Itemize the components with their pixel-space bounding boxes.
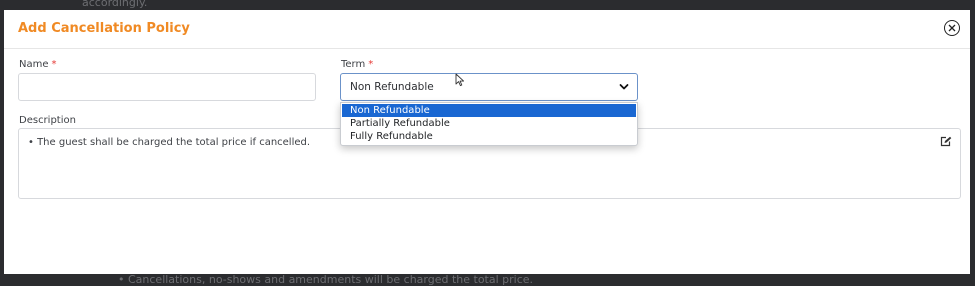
backdrop-text-top: accordingly. — [82, 0, 148, 9]
term-select-value: Non Refundable — [350, 81, 434, 93]
close-circle-icon — [948, 24, 956, 32]
term-option-non-refundable[interactable]: Non Refundable — [342, 104, 636, 117]
mouse-pointer-icon — [455, 73, 465, 87]
description-text: • The guest shall be charged the total p… — [28, 137, 311, 148]
term-required-mark: * — [368, 59, 374, 70]
name-required-mark: * — [51, 59, 57, 70]
add-cancellation-policy-modal: Add Cancellation Policy Name * Term * Non … — [4, 10, 970, 274]
term-label-text: Term — [341, 59, 366, 70]
modal-header: Add Cancellation Policy — [4, 10, 970, 49]
edit-icon[interactable] — [940, 136, 952, 147]
backdrop-text-bottom: • Cancellations, no-shows and amendments… — [118, 273, 534, 286]
description-label: Description — [19, 115, 76, 126]
term-select[interactable]: Non Refundable — [340, 73, 638, 101]
name-label: Name * — [19, 59, 57, 70]
term-option-partially-refundable[interactable]: Partially Refundable — [342, 117, 636, 130]
modal-title: Add Cancellation Policy — [18, 21, 190, 36]
close-button[interactable] — [944, 20, 960, 36]
name-label-text: Name — [19, 59, 49, 70]
chevron-down-icon — [619, 84, 629, 90]
term-option-fully-refundable[interactable]: Fully Refundable — [342, 130, 636, 143]
term-dropdown-list: Non Refundable Partially Refundable Full… — [340, 102, 638, 146]
name-input[interactable] — [18, 73, 316, 101]
term-label: Term * — [341, 59, 373, 70]
